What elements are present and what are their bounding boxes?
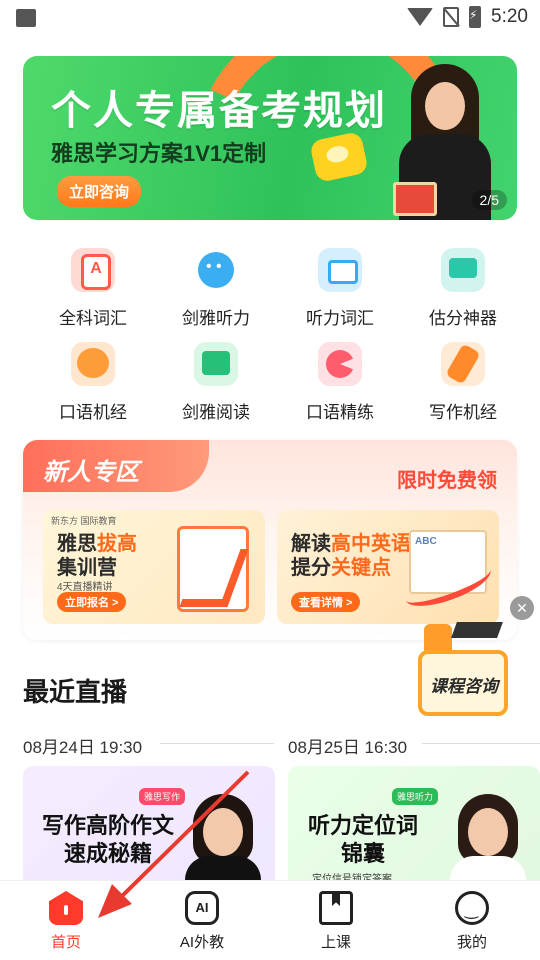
ai-tutor-icon: AI (185, 891, 219, 925)
tab-class[interactable]: 上课 (276, 891, 396, 952)
feature-label: 剑雅阅读 (182, 403, 250, 422)
highschool-english-card[interactable]: 解读高中英语 提分关键点 查看详情 > (277, 510, 499, 624)
wifi-icon (407, 8, 434, 26)
vocab-icon (71, 248, 115, 292)
tab-label: AI外教 (179, 934, 225, 951)
tab-label: 首页 (50, 934, 81, 951)
live-card[interactable]: 雅思写作 写作高阶作文速成秘籍 (23, 766, 275, 896)
feature-writing[interactable]: 写作机经 (403, 342, 523, 423)
feature-label: 全科词汇 (59, 309, 127, 328)
feature-speaking-practice[interactable]: 口语精练 (280, 342, 400, 423)
live-date: 08月25日 16:30 (288, 738, 408, 757)
feature-label: 剑雅听力 (182, 309, 250, 328)
feature-label: 口语机经 (59, 403, 127, 422)
class-icon (319, 891, 353, 925)
live-card[interactable]: 雅思听力 听力定位词锦囊 定位信号锁定答案 (288, 766, 540, 896)
listening-vocab-icon (318, 248, 362, 292)
promo-banner[interactable]: 个人专属备考规划 雅思学习方案1V1定制 立即咨询 2/5 (23, 56, 517, 220)
live-card-title: 写作高阶作文速成秘籍 (41, 813, 174, 866)
clock: 5:20 (491, 6, 528, 27)
bootcamp-title: 雅思拔高 集训营 (57, 533, 137, 579)
feature-vocab[interactable]: 全科词汇 (33, 248, 153, 329)
banner-pager: 2/5 (471, 190, 507, 210)
speaking-icon (71, 342, 115, 386)
free-label: 限时免费领 (397, 470, 497, 492)
bottom-tab-bar: 首页 AI AI外教 上课 我的 (0, 880, 540, 960)
brand-logo: 新东方 国际教育 (51, 516, 117, 526)
graduation-cap-icon (451, 622, 503, 638)
feature-label: 口语精练 (306, 403, 374, 422)
no-sim-icon (443, 7, 460, 27)
status-bar: 5:20 (0, 0, 540, 36)
feature-score-estimate[interactable]: 估分神器 (403, 248, 523, 329)
section-title: 最近直播 (23, 677, 128, 707)
highschool-title: 解读高中英语 提分关键点 (291, 533, 411, 579)
view-details-button[interactable]: 查看详情 > (291, 592, 361, 612)
tab-label: 上课 (320, 934, 351, 951)
profile-icon (455, 891, 489, 925)
divider (160, 743, 274, 744)
live-card-title: 听力定位词锦囊 (307, 813, 418, 866)
feature-label: 写作机经 (429, 403, 497, 422)
feature-label: 听力词汇 (306, 309, 374, 328)
tab-profile[interactable]: 我的 (412, 891, 532, 952)
score-estimate-icon (441, 248, 485, 292)
consult-now-button[interactable]: 立即咨询 (57, 176, 142, 207)
tab-home[interactable]: 首页 (6, 891, 126, 952)
battery-icon (469, 6, 482, 28)
course-consult-label: 课程咨询 (430, 677, 498, 696)
gallery-icon (16, 9, 36, 27)
newcomer-zone: 新人专区 限时免费领 新东方 国际教育 雅思拔高 集训营 4天直播精讲 立即报名… (23, 440, 517, 640)
home-icon (49, 891, 83, 925)
feature-listening-vocab[interactable]: 听力词汇 (280, 248, 400, 329)
banner-title: 个人专属备考规划 (51, 89, 387, 133)
newcomer-tag: 新人专区 (23, 440, 209, 492)
writing-icon (441, 342, 485, 386)
divider (422, 743, 540, 744)
banner-subtitle: 雅思学习方案1V1定制 (51, 141, 267, 166)
calendar-illustration (177, 526, 249, 612)
tab-ai-tutor[interactable]: AI AI外教 (142, 891, 262, 952)
tab-label: 我的 (456, 934, 487, 951)
bootcamp-card[interactable]: 新东方 国际教育 雅思拔高 集训营 4天直播精讲 立即报名 > (43, 510, 265, 624)
bootcamp-desc: 4天直播精讲 (57, 582, 113, 593)
reading-icon (194, 342, 238, 386)
category-badge: 雅思听力 (392, 788, 439, 805)
category-badge: 雅思写作 (139, 788, 186, 805)
listening-icon (194, 248, 238, 292)
feature-speaking[interactable]: 口语机经 (33, 342, 153, 423)
feature-reading[interactable]: 剑雅阅读 (156, 342, 276, 423)
feature-label: 估分神器 (429, 309, 497, 328)
speaking-practice-icon (318, 342, 362, 386)
course-consult-float[interactable]: 课程咨询 (414, 622, 510, 718)
signup-button[interactable]: 立即报名 > (57, 592, 127, 612)
close-icon[interactable]: ✕ (510, 596, 534, 620)
feature-listening[interactable]: 剑雅听力 (156, 248, 276, 329)
live-date: 08月24日 19:30 (23, 738, 143, 757)
